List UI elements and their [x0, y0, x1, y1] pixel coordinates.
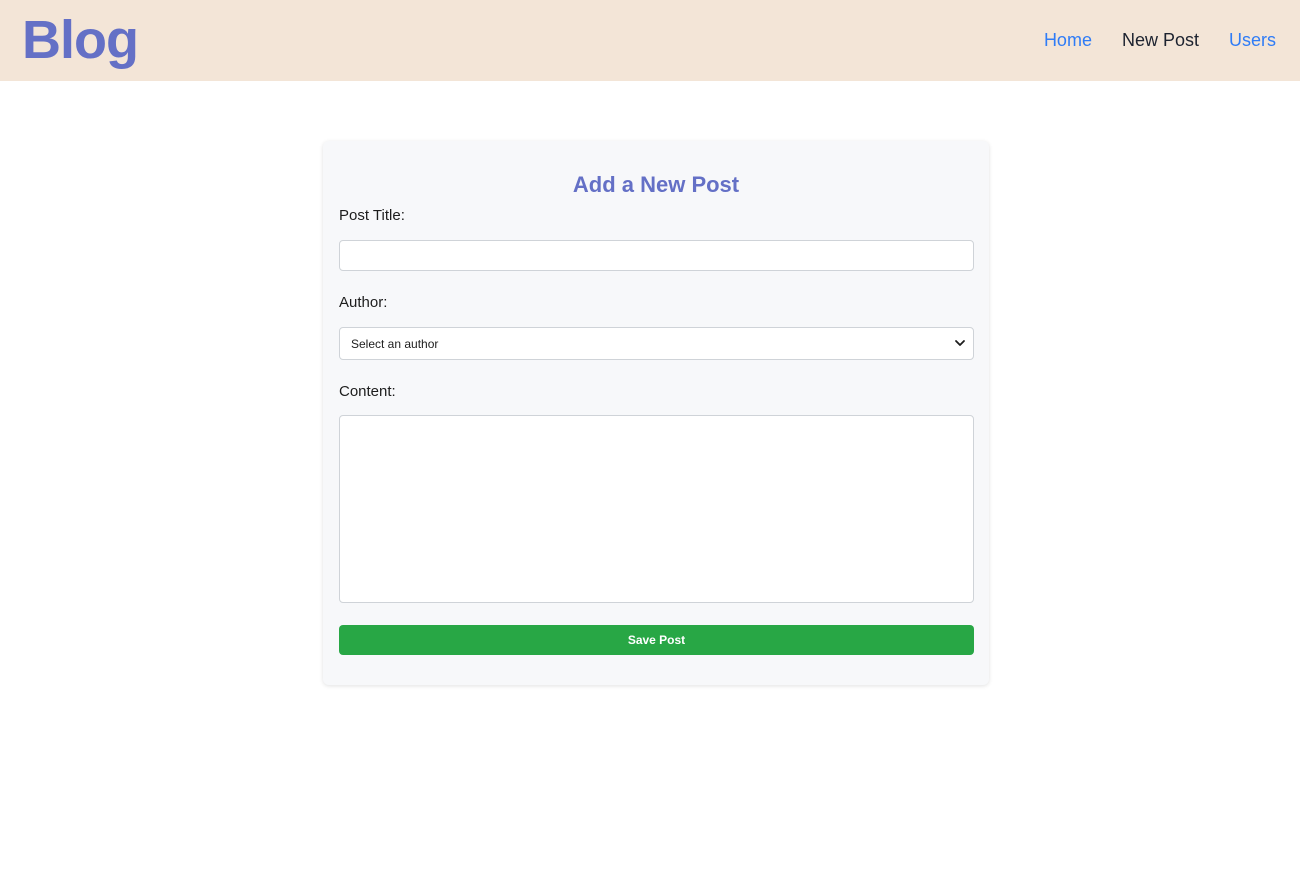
form-title: Add a New Post	[572, 172, 740, 197]
post-title-input[interactable]	[339, 240, 974, 271]
author-label: Author:	[339, 294, 388, 311]
brand-logo[interactable]: Blog	[22, 8, 139, 72]
nav-new-post[interactable]: New Post	[1122, 28, 1199, 52]
main-nav: Home New Post Users	[1044, 28, 1276, 52]
nav-users[interactable]: Users	[1229, 28, 1276, 52]
chevron-down-icon	[955, 340, 965, 346]
site-header: Blog Home New Post Users	[0, 0, 1300, 81]
post-title-label: Post Title:	[339, 207, 405, 224]
author-select[interactable]: Select an author	[339, 327, 974, 360]
content-textarea[interactable]	[339, 415, 974, 603]
new-post-form: Add a New Post Post Title: Author: Selec…	[323, 141, 989, 685]
nav-home[interactable]: Home	[1044, 28, 1092, 52]
content-label: Content:	[339, 383, 396, 400]
author-select-value: Select an author	[351, 336, 439, 351]
save-post-button[interactable]: Save Post	[339, 625, 974, 655]
